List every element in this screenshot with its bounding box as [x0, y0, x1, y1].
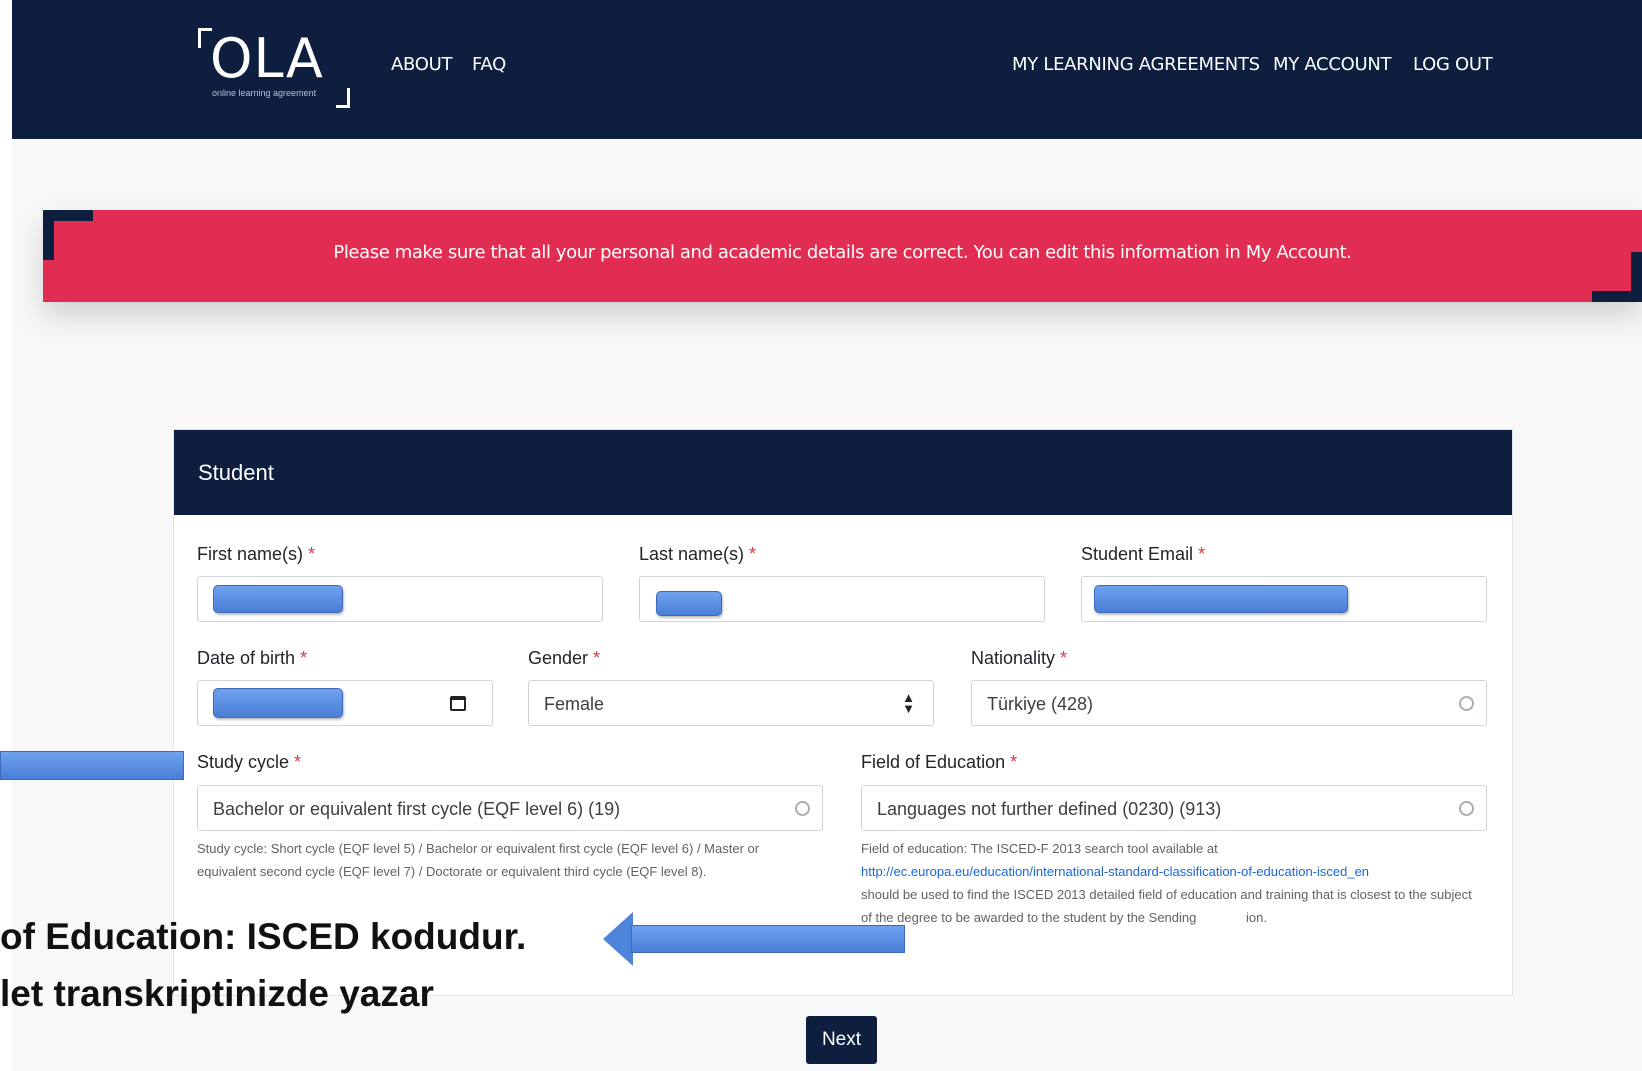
alert-corner-bottom-right [1592, 252, 1642, 302]
dob-label: Date of birth * [197, 648, 308, 668]
next-button[interactable]: Next [806, 1016, 877, 1064]
logo-bracket-bottom-right [336, 88, 350, 108]
gender-select[interactable]: Female ▲ ▼ [528, 680, 934, 726]
required-marker: * [294, 752, 302, 772]
redaction-box [213, 688, 343, 718]
logo-text: OLA [210, 27, 324, 90]
field-of-education-label: Field of Education * [861, 752, 1018, 772]
required-marker: * [749, 544, 757, 564]
nav-faq[interactable]: FAQ [472, 54, 506, 75]
study-cycle-help: Study cycle: Short cycle (EQF level 5) /… [197, 841, 760, 879]
required-marker: * [1060, 648, 1068, 668]
gender-label: Gender * [528, 648, 601, 668]
required-marker: * [1010, 752, 1018, 772]
annotation-arrow-head [603, 912, 633, 966]
redaction-box [213, 585, 343, 613]
isced-link[interactable]: http://ec.europa.eu/education/internatio… [861, 860, 1485, 883]
annotation-line-1: of Education: ISCED kodudur. [0, 916, 527, 957]
annotation-arrow-field-of-education [631, 925, 905, 953]
info-alert: Please make sure that all your personal … [43, 210, 1642, 302]
top-navbar: OLA online learning agreement ABOUT FAQ … [12, 0, 1642, 139]
redaction-box [1094, 585, 1348, 613]
first-name-label: First name(s) * [197, 544, 316, 564]
card-title: Student [198, 460, 274, 485]
last-name-input[interactable] [639, 576, 1045, 622]
study-cycle-value: Bachelor or equivalent first cycle (EQF … [213, 799, 621, 819]
email-label: Student Email * [1081, 544, 1206, 564]
required-marker: * [593, 648, 601, 668]
autocomplete-throbber-icon [1459, 696, 1474, 711]
redaction-box [656, 591, 722, 616]
card-header: Student [174, 430, 1512, 515]
first-name-input[interactable] [197, 576, 603, 622]
study-cycle-autocomplete[interactable]: Bachelor or equivalent first cycle (EQF … [197, 785, 823, 831]
required-marker: * [300, 648, 308, 668]
ola-logo[interactable]: OLA online learning agreement [198, 28, 350, 108]
field-of-education-help-body: should be used to find the ISCED 2013 de… [861, 887, 1472, 925]
autocomplete-throbber-icon [1459, 801, 1474, 816]
field-of-education-help: Field of education: The ISCED-F 2013 sea… [861, 837, 1485, 929]
nav-my-learning-agreements[interactable]: MY LEARNING AGREEMENTS [1012, 54, 1260, 75]
select-arrows-icon: ▲ ▼ [902, 690, 915, 716]
dob-input[interactable] [197, 680, 493, 726]
email-input[interactable] [1081, 576, 1487, 622]
calendar-icon[interactable] [450, 696, 466, 711]
required-marker: * [308, 544, 316, 564]
annotation-line-2: let transkriptinizde yazar [0, 973, 434, 1014]
last-name-label: Last name(s) * [639, 544, 757, 564]
student-card: Student First name(s) * Last name(s) * Stu… [173, 429, 1513, 996]
study-cycle-label: Study cycle * [197, 752, 302, 772]
nationality-autocomplete[interactable]: Türkiye (428) [971, 680, 1487, 726]
nav-log-out[interactable]: LOG OUT [1413, 54, 1493, 75]
gender-value: Female [544, 694, 605, 714]
required-marker: * [1198, 544, 1206, 564]
nationality-value: Türkiye (428) [987, 694, 1094, 714]
field-of-education-help-tail: ion. [1245, 910, 1267, 925]
field-of-education-autocomplete[interactable]: Languages not further defined (0230) (91… [861, 785, 1487, 831]
nav-my-account[interactable]: MY ACCOUNT [1273, 54, 1391, 75]
logo-subtitle: online learning agreement [212, 88, 317, 98]
nav-about[interactable]: ABOUT [391, 54, 452, 75]
nationality-label: Nationality * [971, 648, 1068, 668]
field-of-education-help-intro: Field of education: The ISCED-F 2013 sea… [861, 841, 1218, 856]
field-of-education-value: Languages not further defined (0230) (91… [877, 799, 1222, 819]
autocomplete-throbber-icon [795, 801, 810, 816]
left-margin [0, 0, 12, 1071]
annotation-arrow-study-cycle [0, 751, 184, 780]
alert-message: Please make sure that all your personal … [333, 242, 1352, 263]
